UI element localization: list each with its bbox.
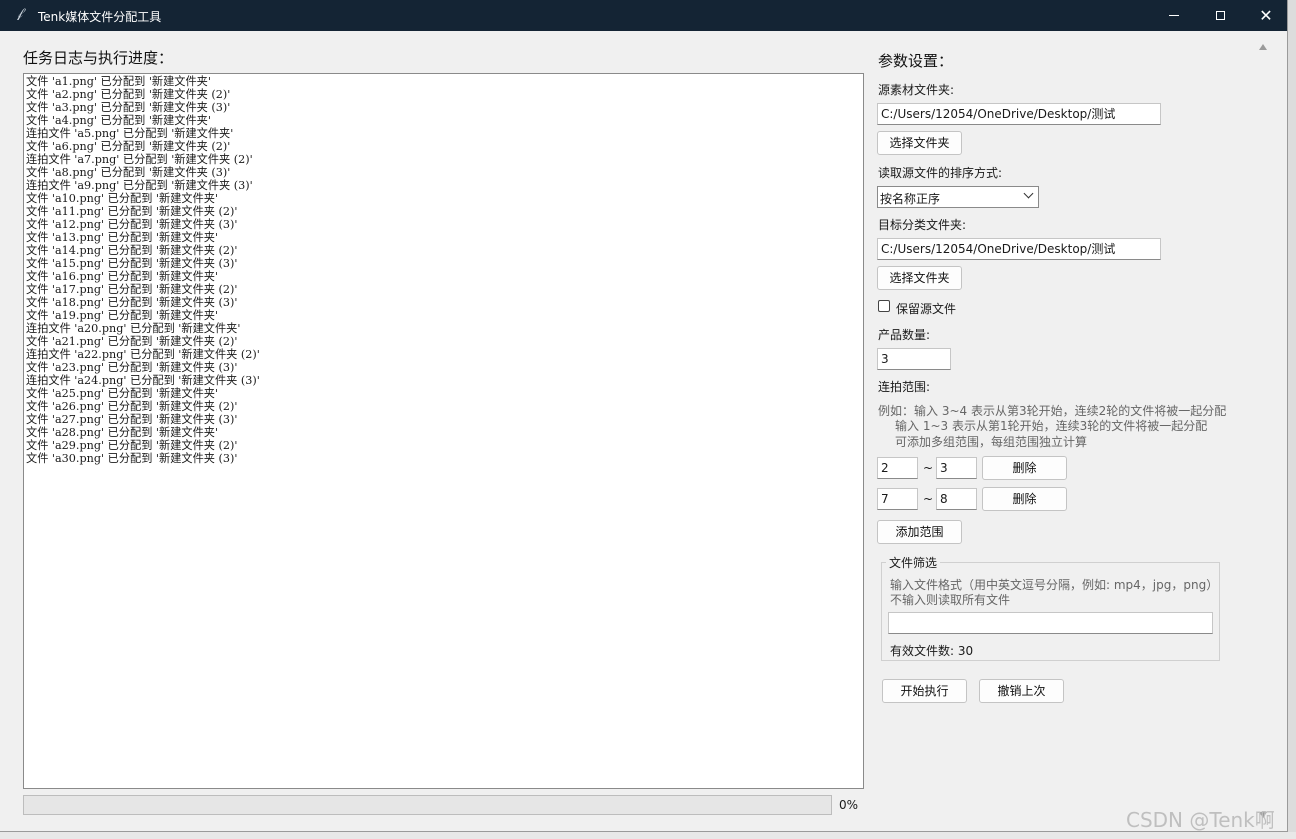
log-line: 连拍文件 'a5.png' 已分配到 '新建文件夹' <box>26 127 234 140</box>
source-folder-input[interactable]: C:/Users/12054/OneDrive/Desktop/测试 <box>877 103 1161 125</box>
product-count-input[interactable]: 3 <box>877 348 951 370</box>
sort-order-value: 按名称正序 <box>880 192 941 206</box>
log-line: 连拍文件 'a22.png' 已分配到 '新建文件夹 (2)' <box>26 348 260 361</box>
target-folder-label: 目标分类文件夹: <box>878 218 967 232</box>
product-count-label: 产品数量: <box>878 328 931 342</box>
log-line: 文件 'a19.png' 已分配到 '新建文件夹' <box>26 309 219 322</box>
log-line: 文件 'a21.png' 已分配到 '新建文件夹 (2)' <box>26 335 238 348</box>
file-filter-title: 文件筛选 <box>886 554 941 571</box>
log-textbox[interactable]: 文件 'a1.png' 已分配到 '新建文件夹' 文件 'a2.png' 已分配到… <box>23 73 864 789</box>
log-line: 文件 'a2.png' 已分配到 '新建文件夹 (2)' <box>26 88 231 101</box>
file-filter-input[interactable] <box>888 612 1213 634</box>
log-line: 文件 'a6.png' 已分配到 '新建文件夹 (2)' <box>26 140 231 153</box>
progress-bar <box>23 795 832 815</box>
start-button[interactable]: 开始执行 <box>882 679 967 703</box>
log-line: 文件 'a16.png' 已分配到 '新建文件夹' <box>26 270 219 283</box>
log-line: 文件 'a3.png' 已分配到 '新建文件夹 (3)' <box>26 101 231 114</box>
add-range-button[interactable]: 添加范围 <box>877 520 962 544</box>
log-line: 文件 'a26.png' 已分配到 '新建文件夹 (2)' <box>26 400 238 413</box>
log-line: 文件 'a17.png' 已分配到 '新建文件夹 (2)' <box>26 283 238 296</box>
maximize-button[interactable] <box>1197 0 1243 31</box>
close-icon: ✕ <box>1259 5 1273 25</box>
background-strip <box>0 832 1296 839</box>
burst-help-line-2: 输入 1~3 表示从第1轮开始，连续3轮的文件将被一起分配 <box>895 419 1208 433</box>
burst-range-label: 连拍范围: <box>878 380 931 394</box>
app-window: 𝒻 Tenk媒体文件分配工具 ✕ 任务日志与执行进度： 文件 'a1.png' … <box>0 0 1288 832</box>
log-line: 文件 'a15.png' 已分配到 '新建文件夹 (3)' <box>26 257 238 270</box>
log-line: 文件 'a27.png' 已分配到 '新建文件夹 (3)' <box>26 413 238 426</box>
valid-file-count: 有效文件数: 30 <box>890 644 974 658</box>
sort-order-select[interactable]: 按名称正序 <box>877 186 1039 208</box>
burst-help-line-3: 可添加多组范围，每组范围独立计算 <box>895 435 1088 449</box>
log-line: 文件 'a28.png' 已分配到 '新建文件夹' <box>26 426 219 439</box>
log-line: 文件 'a14.png' 已分配到 '新建文件夹 (2)' <box>26 244 238 257</box>
keep-source-checkbox[interactable] <box>878 300 890 312</box>
log-line: 连拍文件 'a9.png' 已分配到 '新建文件夹 (3)' <box>26 179 253 192</box>
minimize-icon <box>1169 15 1179 16</box>
log-line: 文件 'a1.png' 已分配到 '新建文件夹' <box>26 75 211 88</box>
range-1-delete-button[interactable]: 删除 <box>982 456 1067 480</box>
minimize-button[interactable] <box>1151 0 1197 31</box>
log-line: 连拍文件 'a7.png' 已分配到 '新建文件夹 (2)' <box>26 153 253 166</box>
settings-scrollbar[interactable] <box>1256 38 1270 826</box>
undo-button[interactable]: 撤销上次 <box>979 679 1064 703</box>
log-line: 文件 'a25.png' 已分配到 '新建文件夹' <box>26 387 219 400</box>
close-button[interactable]: ✕ <box>1243 0 1289 31</box>
log-line: 连拍文件 'a20.png' 已分配到 '新建文件夹' <box>26 322 241 335</box>
chevron-down-icon <box>1023 188 1034 199</box>
log-line: 文件 'a30.png' 已分配到 '新建文件夹 (3)' <box>26 452 238 465</box>
range-2-delete-button[interactable]: 删除 <box>982 487 1067 511</box>
choose-target-folder-button[interactable]: 选择文件夹 <box>877 266 962 290</box>
log-line: 文件 'a13.png' 已分配到 '新建文件夹' <box>26 231 219 244</box>
watermark: CSDN @Tenk啊 <box>1126 808 1275 832</box>
source-folder-label: 源素材文件夹: <box>878 83 955 97</box>
log-line: 文件 'a23.png' 已分配到 '新建文件夹 (3)' <box>26 361 238 374</box>
log-line: 文件 'a11.png' 已分配到 '新建文件夹 (2)' <box>26 205 238 218</box>
settings-title: 参数设置： <box>878 52 954 70</box>
file-filter-help-2: 不输入则读取所有文件 <box>890 593 1011 607</box>
log-line: 文件 'a8.png' 已分配到 '新建文件夹 (3)' <box>26 166 231 179</box>
log-line: 文件 'a12.png' 已分配到 '新建文件夹 (3)' <box>26 218 238 231</box>
range-2-separator: ~ <box>923 492 934 506</box>
log-line: 文件 'a4.png' 已分配到 '新建文件夹' <box>26 114 211 127</box>
maximize-icon <box>1215 11 1225 20</box>
feather-icon: 𝒻 <box>17 6 23 21</box>
range-1-start-input[interactable]: 2 <box>877 457 918 479</box>
log-line: 文件 'a18.png' 已分配到 '新建文件夹 (3)' <box>26 296 238 309</box>
target-folder-input[interactable]: C:/Users/12054/OneDrive/Desktop/测试 <box>877 238 1161 260</box>
log-line: 文件 'a10.png' 已分配到 '新建文件夹' <box>26 192 219 205</box>
range-2-end-input[interactable]: 8 <box>936 488 977 510</box>
choose-source-folder-button[interactable]: 选择文件夹 <box>877 131 962 155</box>
title-bar[interactable]: 𝒻 Tenk媒体文件分配工具 ✕ <box>0 0 1287 31</box>
progress-label: 0% <box>839 798 859 812</box>
log-title: 任务日志与执行进度： <box>23 49 174 67</box>
sort-order-label: 读取源文件的排序方式: <box>878 166 1003 180</box>
log-line: 文件 'a29.png' 已分配到 '新建文件夹 (2)' <box>26 439 238 452</box>
window-title: Tenk媒体文件分配工具 <box>38 10 162 24</box>
range-1-separator: ~ <box>923 461 934 475</box>
range-1-end-input[interactable]: 3 <box>936 457 977 479</box>
scroll-up-icon[interactable] <box>1259 44 1267 50</box>
keep-source-label: 保留源文件 <box>896 302 957 316</box>
log-line: 连拍文件 'a24.png' 已分配到 '新建文件夹 (3)' <box>26 374 260 387</box>
range-2-start-input[interactable]: 7 <box>877 488 918 510</box>
